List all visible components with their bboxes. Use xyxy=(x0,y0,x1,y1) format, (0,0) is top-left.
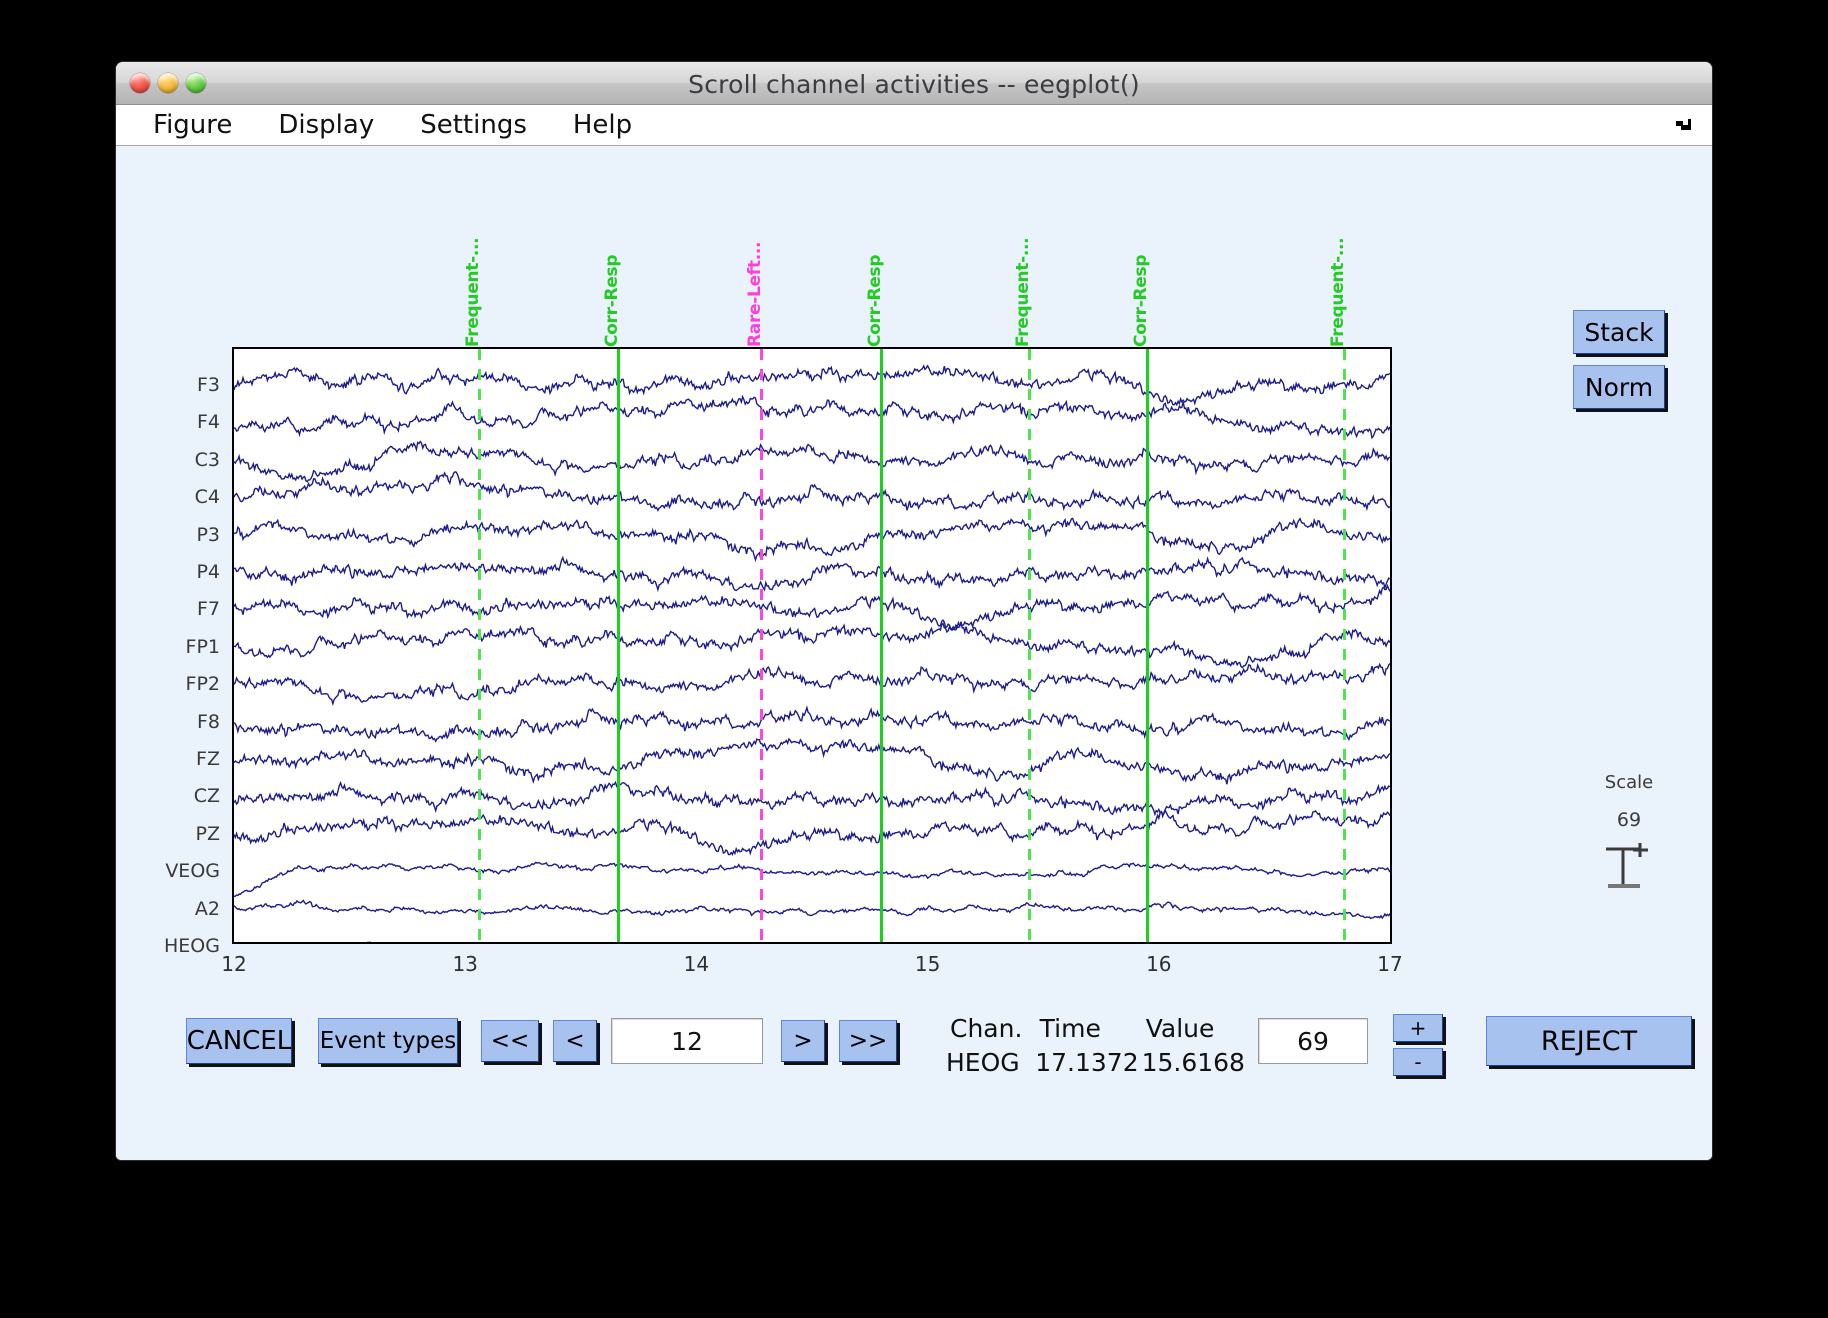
eeg-trace-p3 xyxy=(234,517,1390,563)
eeg-trace-veog xyxy=(234,861,1390,898)
first-page-button[interactable]: << xyxy=(481,1020,539,1062)
menu-figure[interactable]: Figure xyxy=(130,110,255,140)
channel-label-fp2: FP2 xyxy=(185,673,220,696)
event-marker-line[interactable] xyxy=(880,349,884,942)
eeg-trace-cz xyxy=(234,780,1390,819)
event-types-button[interactable]: Event types xyxy=(318,1018,458,1064)
event-label-layer: Frequent-... Corr-Resp Rare-Left... Corr-Re… xyxy=(232,238,1392,347)
time-tick-16: 16 xyxy=(1146,952,1172,976)
menu-display[interactable]: Display xyxy=(255,110,397,140)
scale-increase-button[interactable]: + xyxy=(1393,1014,1443,1042)
channel-label-cz: CZ xyxy=(193,785,220,808)
time-tick-14: 14 xyxy=(683,952,710,976)
next-page-button[interactable]: > xyxy=(781,1020,825,1062)
cancel-button[interactable]: CANCEL xyxy=(186,1018,292,1064)
eeg-trace-fp1 xyxy=(234,621,1390,669)
channel-label-veog: VEOG xyxy=(165,860,220,883)
event-marker-label: Rare-Left... xyxy=(745,241,766,347)
channel-label-fz: FZ xyxy=(196,748,220,770)
stack-button[interactable]: Stack xyxy=(1573,310,1665,354)
eeg-trace-c3 xyxy=(234,440,1390,483)
eeg-trace-fz xyxy=(234,737,1390,785)
figure-area: F3 F4 C3 C4 P3 P4 F7 FP1 FP2 F8 FZ CZ PZ VEOG A2 HEOG F… xyxy=(116,146,1712,1160)
channel-label-heog: HEOG xyxy=(164,935,220,957)
event-marker-line[interactable] xyxy=(478,349,482,942)
scale-bar-icon xyxy=(1574,839,1684,891)
event-marker-line[interactable] xyxy=(1342,349,1346,942)
prev-page-button[interactable]: < xyxy=(553,1020,597,1062)
eeg-trace-p4 xyxy=(234,555,1390,593)
channel-label-p4: P4 xyxy=(196,561,220,583)
event-marker-line[interactable] xyxy=(760,349,764,942)
channel-label-f3: F3 xyxy=(196,374,220,396)
channel-label-f4: F4 xyxy=(196,411,220,434)
eeg-trace-a2 xyxy=(234,899,1390,920)
control-panel: CANCEL Event types << < 12 > >> Chan. Ti… xyxy=(116,994,1712,1114)
event-marker-label: Corr-Resp xyxy=(865,254,886,347)
menu-settings[interactable]: Settings xyxy=(397,110,550,140)
event-marker-label: Frequent-... xyxy=(1327,237,1348,347)
position-input[interactable]: 12 xyxy=(611,1018,763,1064)
readout-chan: HEOG xyxy=(946,1048,1020,1077)
event-marker-line[interactable] xyxy=(616,349,620,942)
last-page-button[interactable]: >> xyxy=(839,1020,897,1062)
window-title: Scroll channel activities -- eegplot() xyxy=(688,70,1140,99)
channel-label-f7: F7 xyxy=(196,598,220,621)
event-marker-label: Corr-Resp xyxy=(601,254,622,347)
event-marker-line[interactable] xyxy=(1028,349,1032,942)
scale-indicator: Scale 69 xyxy=(1574,772,1684,891)
resize-arrow-icon[interactable] xyxy=(1672,114,1694,136)
readout-time-header: Time xyxy=(1039,1014,1101,1043)
norm-button[interactable]: Norm xyxy=(1573,365,1665,409)
readout-value-header: Value xyxy=(1145,1014,1215,1043)
scale-decrease-button[interactable]: - xyxy=(1393,1048,1443,1076)
eeg-trace-pz xyxy=(234,808,1390,857)
menubar: Figure Display Settings Help xyxy=(116,105,1712,146)
readout-header-row: Chan. Time Value xyxy=(946,1012,1246,1046)
event-marker-label: Frequent-... xyxy=(1013,237,1034,347)
time-tick-17: 17 xyxy=(1377,952,1403,976)
time-axis: 12 13 14 15 16 17 xyxy=(221,946,1402,986)
eeg-plot-canvas[interactable] xyxy=(232,347,1392,944)
eeg-trace-fp2 xyxy=(234,662,1390,707)
readout-chan-header: Chan. xyxy=(950,1014,1023,1043)
eeg-trace-f7 xyxy=(234,583,1390,631)
channel-label-c4: C4 xyxy=(194,486,220,509)
channel-label-fp1: FP1 xyxy=(185,635,220,658)
readout-time: 17.1372 xyxy=(1035,1048,1139,1077)
eeg-trace-f8 xyxy=(234,705,1390,743)
time-tick-13: 13 xyxy=(452,952,478,976)
readout-value-row: HEOG 17.1372 15.6168 xyxy=(946,1046,1246,1080)
scale-input[interactable]: 69 xyxy=(1258,1018,1368,1064)
readout-value: 15.6168 xyxy=(1141,1048,1245,1077)
channel-label-c3: C3 xyxy=(194,448,220,471)
screen: Scroll channel activities -- eegplot() F… xyxy=(0,0,1828,1318)
cursor-readout: Chan. Time Value HEOG 17.1372 15.6168 xyxy=(946,1012,1246,1080)
channel-label-pz: PZ xyxy=(195,822,220,845)
eeg-trace-f3 xyxy=(234,364,1390,407)
reject-button[interactable]: REJECT xyxy=(1486,1016,1692,1066)
time-tick-12: 12 xyxy=(221,952,247,976)
scale-amount: 69 xyxy=(1616,809,1642,831)
time-tick-15: 15 xyxy=(914,952,941,976)
channel-label-column: F3 F4 C3 C4 P3 P4 F7 FP1 FP2 F8 FZ CZ PZ VEOG A2 HEOG xyxy=(116,347,228,957)
eeg-trace-c4 xyxy=(234,471,1390,512)
event-marker-line[interactable] xyxy=(1146,349,1150,942)
eegplot-window: Scroll channel activities -- eegplot() F… xyxy=(116,62,1712,1160)
channel-label-a2: A2 xyxy=(194,897,220,920)
channel-label-f8: F8 xyxy=(196,710,220,733)
channel-label-p3: P3 xyxy=(196,523,220,546)
scale-label: Scale xyxy=(1604,772,1654,793)
event-marker-label: Frequent-... xyxy=(463,237,484,347)
menu-help[interactable]: Help xyxy=(550,110,655,140)
window-titlebar: Scroll channel activities -- eegplot() xyxy=(116,62,1712,105)
event-marker-label: Corr-Resp xyxy=(1131,254,1152,347)
eeg-traces xyxy=(234,364,1390,942)
eeg-trace-f4 xyxy=(234,394,1390,440)
